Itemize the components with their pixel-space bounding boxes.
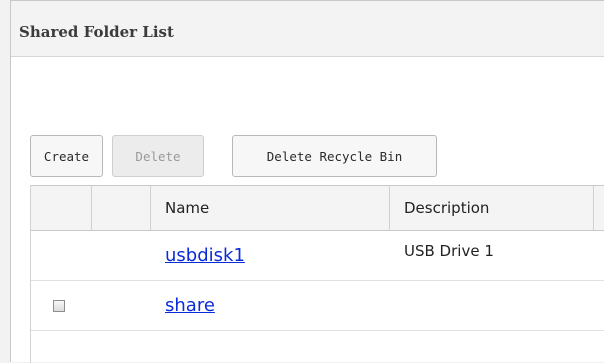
table-row[interactable]: share xyxy=(31,281,604,331)
shared-folder-table: Name Description usbdisk1 USB Drive 1 sh… xyxy=(30,185,604,363)
table-header: Name Description xyxy=(31,185,604,231)
delete-button[interactable]: Delete xyxy=(112,135,204,177)
header-description-label: Description xyxy=(404,199,490,217)
folder-description: USB Drive 1 xyxy=(404,241,494,260)
shared-folder-panel: Shared Folder List Create Delete Delete … xyxy=(10,0,604,363)
create-button[interactable]: Create xyxy=(30,135,103,177)
table-row[interactable]: usbdisk1 USB Drive 1 xyxy=(31,231,604,281)
panel-header: Shared Folder List xyxy=(11,1,604,57)
row-checkbox[interactable] xyxy=(53,300,65,312)
folder-link[interactable]: usbdisk1 xyxy=(165,245,245,266)
header-description[interactable]: Description xyxy=(390,186,594,230)
header-select-column[interactable] xyxy=(31,186,92,230)
header-name[interactable]: Name xyxy=(151,186,390,230)
folder-link[interactable]: share xyxy=(165,295,215,316)
header-name-label: Name xyxy=(165,199,210,217)
panel-title: Shared Folder List xyxy=(19,23,174,41)
delete-recycle-bin-button[interactable]: Delete Recycle Bin xyxy=(232,135,437,177)
header-icon-column[interactable] xyxy=(92,186,151,230)
